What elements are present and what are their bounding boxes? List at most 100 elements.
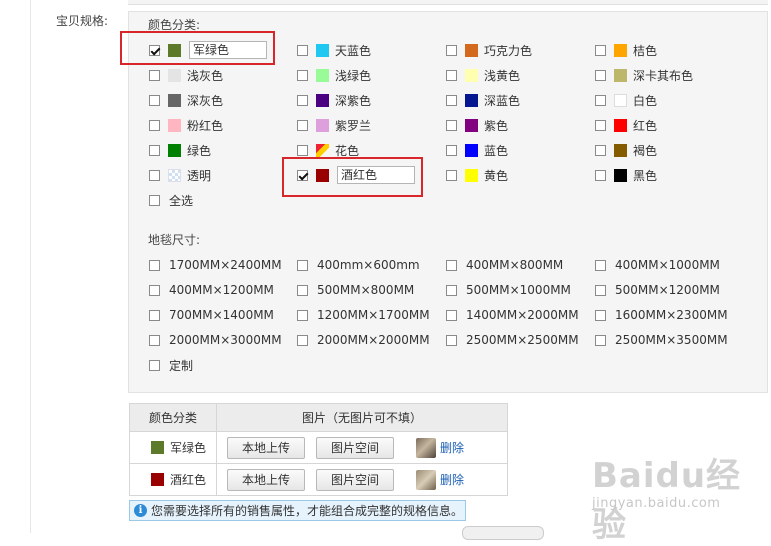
color-option-22[interactable]: 黄色 — [446, 166, 508, 184]
color-checkbox-18[interactable] — [446, 144, 457, 156]
color-checkbox-14[interactable] — [446, 119, 457, 131]
color-checkbox-12[interactable] — [149, 119, 160, 131]
color-swatch-19 — [614, 143, 627, 157]
color-option-9[interactable]: 深紫色 — [297, 91, 371, 109]
size-option-7[interactable]: 500MM×1200MM — [595, 281, 720, 299]
color-checkbox-16[interactable] — [149, 144, 160, 156]
size-checkbox-16[interactable] — [149, 359, 160, 371]
color-swatch-9 — [316, 93, 329, 107]
color-option-7[interactable]: 深卡其布色 — [595, 66, 693, 84]
color-option-23[interactable]: 黑色 — [595, 166, 657, 184]
size-checkbox-7[interactable] — [595, 284, 606, 296]
size-checkbox-4[interactable] — [149, 284, 160, 296]
size-checkbox-13[interactable] — [297, 334, 308, 346]
color-checkbox-8[interactable] — [149, 94, 160, 106]
color-option-24[interactable]: 全选 — [149, 191, 193, 209]
color-checkbox-2[interactable] — [446, 44, 457, 56]
color-checkbox-19[interactable] — [595, 144, 606, 156]
color-option-6[interactable]: 浅黄色 — [446, 66, 520, 84]
size-checkbox-15[interactable] — [595, 334, 606, 346]
size-option-6[interactable]: 500MM×1000MM — [446, 281, 571, 299]
color-checkbox-13[interactable] — [297, 119, 308, 131]
size-checkbox-6[interactable] — [446, 284, 457, 296]
size-option-10[interactable]: 1400MM×2000MM — [446, 306, 579, 324]
image-space-button[interactable]: 图片空间 — [316, 436, 395, 459]
size-option-11[interactable]: 1600MM×2300MM — [595, 306, 728, 324]
local-upload-button[interactable]: 本地上传 — [227, 436, 306, 459]
size-label-13: 2000MM×2000MM — [317, 333, 430, 347]
color-checkbox-9[interactable] — [297, 94, 308, 106]
color-option-11[interactable]: 白色 — [595, 91, 657, 109]
size-checkbox-8[interactable] — [149, 309, 160, 321]
size-option-13[interactable]: 2000MM×2000MM — [297, 331, 430, 349]
color-option-1[interactable]: 天蓝色 — [297, 41, 371, 59]
size-option-4[interactable]: 400MM×1200MM — [149, 281, 274, 299]
size-checkbox-12[interactable] — [149, 334, 160, 346]
color-swatch-2 — [465, 43, 478, 57]
size-checkbox-2[interactable] — [446, 259, 457, 271]
uploaded-image-thumbnail[interactable] — [416, 470, 437, 490]
color-checkbox-6[interactable] — [446, 69, 457, 81]
color-checkbox-22[interactable] — [446, 169, 457, 181]
color-checkbox-20[interactable] — [149, 169, 160, 181]
header-image: 图片（无图片可不填） — [216, 403, 508, 432]
color-option-5[interactable]: 浅绿色 — [297, 66, 371, 84]
color-label-24: 全选 — [169, 193, 194, 208]
color-checkbox-17[interactable] — [297, 144, 308, 156]
color-option-10[interactable]: 深蓝色 — [446, 91, 520, 109]
size-option-2[interactable]: 400MM×800MM — [446, 256, 563, 274]
size-checkbox-11[interactable] — [595, 309, 606, 321]
bottom-button-partial[interactable] — [462, 526, 544, 540]
size-option-9[interactable]: 1200MM×1700MM — [297, 306, 430, 324]
size-option-5[interactable]: 500MM×800MM — [297, 281, 414, 299]
color-label-23: 黑色 — [633, 168, 658, 183]
size-checkbox-10[interactable] — [446, 309, 457, 321]
size-option-0[interactable]: 1700MM×2400MM — [149, 256, 282, 274]
size-option-12[interactable]: 2000MM×3000MM — [149, 331, 282, 349]
color-swatch-1 — [316, 43, 329, 57]
color-option-20[interactable]: 透明 — [149, 166, 211, 184]
color-option-2[interactable]: 巧克力色 — [446, 41, 532, 59]
color-option-4[interactable]: 浅灰色 — [149, 66, 223, 84]
size-label-10: 1400MM×2000MM — [466, 308, 579, 322]
image-space-button[interactable]: 图片空间 — [316, 468, 395, 491]
color-checkbox-1[interactable] — [297, 44, 308, 56]
color-option-3[interactable]: 桔色 — [595, 41, 657, 59]
color-option-12[interactable]: 粉红色 — [149, 116, 223, 134]
size-checkbox-5[interactable] — [297, 284, 308, 296]
size-checkbox-9[interactable] — [297, 309, 308, 321]
size-option-14[interactable]: 2500MM×2500MM — [446, 331, 579, 349]
size-option-15[interactable]: 2500MM×3500MM — [595, 331, 728, 349]
color-checkbox-3[interactable] — [595, 44, 606, 56]
color-option-14[interactable]: 紫色 — [446, 116, 508, 134]
size-option-8[interactable]: 700MM×1400MM — [149, 306, 274, 324]
size-checkbox-3[interactable] — [595, 259, 606, 271]
color-checkbox-5[interactable] — [297, 69, 308, 81]
local-upload-button[interactable]: 本地上传 — [227, 468, 306, 491]
color-option-16[interactable]: 绿色 — [149, 141, 211, 159]
color-checkbox-7[interactable] — [595, 69, 606, 81]
uploaded-image-thumbnail[interactable] — [416, 438, 437, 458]
color-option-8[interactable]: 深灰色 — [149, 91, 223, 109]
image-table-row: 军绿色 本地上传 图片空间 删除 — [129, 431, 508, 464]
color-checkbox-23[interactable] — [595, 169, 606, 181]
row-image-cell: 本地上传 图片空间 删除 — [216, 463, 508, 496]
size-checkbox-1[interactable] — [297, 259, 308, 271]
delete-image-link[interactable]: 删除 — [440, 441, 464, 455]
color-option-19[interactable]: 褐色 — [595, 141, 657, 159]
color-option-18[interactable]: 蓝色 — [446, 141, 508, 159]
size-option-1[interactable]: 400mm×600mm — [297, 256, 420, 274]
color-checkbox-10[interactable] — [446, 94, 457, 106]
color-option-13[interactable]: 紫罗兰 — [297, 116, 371, 134]
size-checkbox-14[interactable] — [446, 334, 457, 346]
delete-image-link[interactable]: 删除 — [440, 473, 464, 487]
color-checkbox-11[interactable] — [595, 94, 606, 106]
color-option-15[interactable]: 红色 — [595, 116, 657, 134]
color-checkbox-4[interactable] — [149, 69, 160, 81]
color-label-18: 蓝色 — [484, 143, 509, 158]
size-option-16[interactable]: 定制 — [149, 356, 193, 374]
color-checkbox-15[interactable] — [595, 119, 606, 131]
color-checkbox-24[interactable] — [149, 194, 160, 206]
size-checkbox-0[interactable] — [149, 259, 160, 271]
size-option-3[interactable]: 400MM×1000MM — [595, 256, 720, 274]
